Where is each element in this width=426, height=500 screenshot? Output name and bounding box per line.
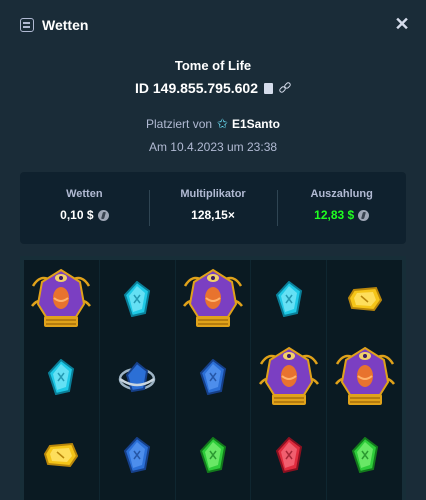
yellow-gem-symbol (327, 260, 402, 338)
reel-3 (174, 260, 251, 500)
reel-5 (326, 260, 402, 500)
reel-2 (98, 260, 175, 500)
close-icon[interactable]: ✕ (392, 14, 412, 34)
reel-4 (250, 260, 326, 500)
pharaoh-symbol (327, 338, 402, 416)
modal-header: Wetten (0, 0, 426, 50)
stat-payout-value: 12,83 $ (314, 208, 355, 222)
blue-gem-symbol (176, 338, 251, 416)
bet-id: ID 149.855.795.602 (135, 80, 258, 96)
stat-payout-label: Auszahlung (310, 188, 373, 200)
blue-orb-symbol (100, 338, 175, 416)
cyan-gem-symbol (24, 338, 99, 416)
cyan-gem-symbol (100, 260, 175, 338)
pharaoh-symbol (176, 260, 251, 338)
stat-multiplier-label: Multiplikator (180, 188, 246, 200)
green-gem-symbol (327, 416, 402, 494)
placed-by-row: Platziert von ✩ E1Santo (0, 116, 426, 132)
stat-bet-value: 0,10 $ (60, 208, 94, 222)
stat-bet: Wetten 0,10 $ (20, 188, 149, 228)
pharaoh-symbol (251, 338, 326, 416)
yellow-gem-symbol (24, 416, 99, 494)
currency-coin-icon (97, 209, 109, 221)
cyan-gem-symbol (251, 260, 326, 338)
reel-1 (24, 260, 99, 500)
stat-bet-label: Wetten (66, 188, 103, 200)
placed-by-label: Platziert von (146, 117, 213, 131)
green-gem-symbol (176, 416, 251, 494)
bet-date: Am 10.4.2023 um 23:38 (148, 140, 278, 154)
red-gem-symbol (251, 416, 326, 494)
blue-gem-symbol (100, 416, 175, 494)
stat-payout: Auszahlung 12,83 $ (277, 188, 406, 228)
username-link[interactable]: E1Santo (232, 117, 280, 131)
modal-title: Wetten (42, 17, 89, 33)
bet-slip-icon (20, 18, 34, 32)
stat-multiplier: Multiplikator 128,15× (148, 188, 278, 228)
pharaoh-symbol (24, 260, 99, 338)
bet-id-row: ID 149.855.795.602 (0, 80, 426, 96)
stat-multiplier-value: 128,15× (191, 208, 235, 222)
game-title: Tome of Life (174, 58, 252, 73)
link-icon[interactable] (278, 81, 292, 94)
slot-board (20, 256, 406, 500)
vip-star-icon: ✩ (217, 116, 228, 131)
copy-icon[interactable] (264, 82, 273, 94)
bet-stats-panel: Wetten 0,10 $ Multiplikator 128,15× Ausz… (20, 172, 406, 244)
currency-coin-icon (358, 209, 370, 221)
